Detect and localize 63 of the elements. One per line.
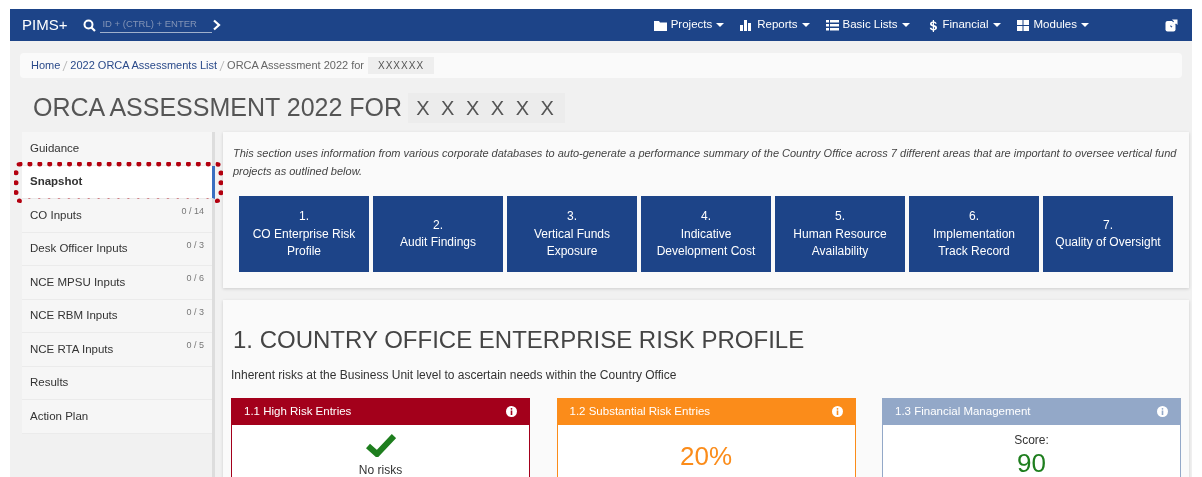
caret-icon — [1081, 22, 1089, 28]
menu-dropdown[interactable]: Modules — [1016, 16, 1089, 34]
sidebar-item[interactable]: Guidance — [22, 132, 212, 166]
area-button[interactable]: 4. Indicative Development Cost — [641, 196, 771, 273]
chevron-right-icon — [212, 19, 223, 31]
item-count: 0 / 3 — [186, 305, 204, 319]
redacted-text: XXXXXX — [368, 57, 435, 74]
redacted-text: X X X X X X — [408, 93, 565, 123]
menu-dropdown[interactable]: Reports — [740, 16, 810, 34]
folder-icon — [653, 18, 667, 32]
card-title: 1.2 Substantial Risk Entries — [569, 403, 711, 419]
sidebar-item[interactable]: NCE MPSU Inputs 0 / 6 — [22, 266, 212, 300]
card-title: 1.1 High Risk Entries — [244, 403, 352, 419]
sidebar-item-label: Desk Officer Inputs — [30, 241, 128, 257]
checkmark-icon — [365, 433, 396, 457]
area-button[interactable]: 7. Quality of Oversight — [1043, 196, 1173, 273]
menu-dropdown[interactable]: Basic Lists — [825, 16, 910, 34]
breadcrumb-link[interactable]: 2022 ORCA Assessments List — [70, 57, 218, 74]
page-title: ORCA ASSESSMENT 2022 FOR — [33, 92, 403, 124]
caret-icon — [801, 22, 810, 28]
area-button[interactable]: 6. Implementation Track Record — [909, 196, 1039, 273]
search-icon — [83, 18, 97, 32]
sidebar-item[interactable]: Snapshot — [22, 165, 215, 199]
status-text: No risks — [357, 462, 404, 477]
breadcrumb-link[interactable]: Home — [31, 57, 61, 74]
sidebar-item[interactable]: NCE RBM Inputs 0 / 3 — [22, 299, 212, 333]
sidebar-item[interactable]: Results — [22, 366, 212, 400]
bar-chart-icon — [740, 18, 754, 32]
info-icon[interactable] — [506, 406, 517, 417]
item-count: 0 / 3 — [186, 238, 204, 252]
sidebar-item-label: NCE RTA Inputs — [30, 341, 114, 357]
brand-logo[interactable]: PIMS+ — [22, 13, 68, 37]
grid-icon — [1016, 18, 1030, 32]
sidebar-item[interactable]: CO Inputs 0 / 14 — [22, 199, 212, 233]
area-button[interactable]: 3. Vertical Funds Exposure — [507, 196, 637, 273]
item-count: 0 / 14 — [181, 205, 204, 218]
item-count: 0 / 5 — [186, 339, 204, 352]
score-value: 90 — [1016, 449, 1047, 477]
intro-text: This section uses information from various corporate databases to auto-generate a performance summary of the Country Office across 7 different areas that are important to oversee vertical fund projects as outlined below. — [231, 146, 1178, 180]
sidebar-item-label: NCE MPSU Inputs — [30, 274, 126, 290]
menu-dropdown[interactable]: Projects — [653, 16, 725, 34]
area-button[interactable]: 1. CO Enterprise Risk Profile — [239, 196, 369, 273]
sidebar-item-label: CO Inputs — [30, 207, 82, 223]
search-field[interactable]: ID + (CTRL) + ENTER — [100, 17, 213, 33]
caret-icon — [901, 22, 910, 28]
section-subtitle: Inherent risks at the Business Unit level to ascertain needs within the Country Office — [231, 367, 678, 384]
section-heading: 1. COUNTRY OFFICE ENTERPRISE RISK PROFILE — [233, 325, 806, 355]
item-count: 0 / 6 — [186, 272, 204, 285]
score-label: Score: — [1013, 432, 1050, 449]
area-button[interactable]: 2. Audit Findings — [373, 196, 503, 273]
caret-icon — [992, 22, 1001, 28]
sidebar-item-label: NCE RBM Inputs — [30, 308, 118, 324]
card-title: 1.3 Financial Management — [895, 403, 1031, 419]
caret-icon — [716, 22, 725, 28]
percent-value: 20% — [678, 440, 733, 473]
sidebar-item[interactable]: Action Plan — [22, 400, 212, 434]
menu-dropdown[interactable]: Financial — [925, 16, 1001, 34]
sidebar-item[interactable]: Desk Officer Inputs 0 / 3 — [22, 232, 212, 266]
breadcrumb-current: ORCA Assessment 2022 for — [227, 58, 365, 74]
external-link-icon[interactable] — [1165, 18, 1178, 32]
sidebar-item[interactable]: NCE RTA Inputs 0 / 5 — [22, 333, 212, 367]
list-icon — [825, 18, 839, 32]
area-button[interactable]: 5. Human Resource Availability — [775, 196, 905, 273]
